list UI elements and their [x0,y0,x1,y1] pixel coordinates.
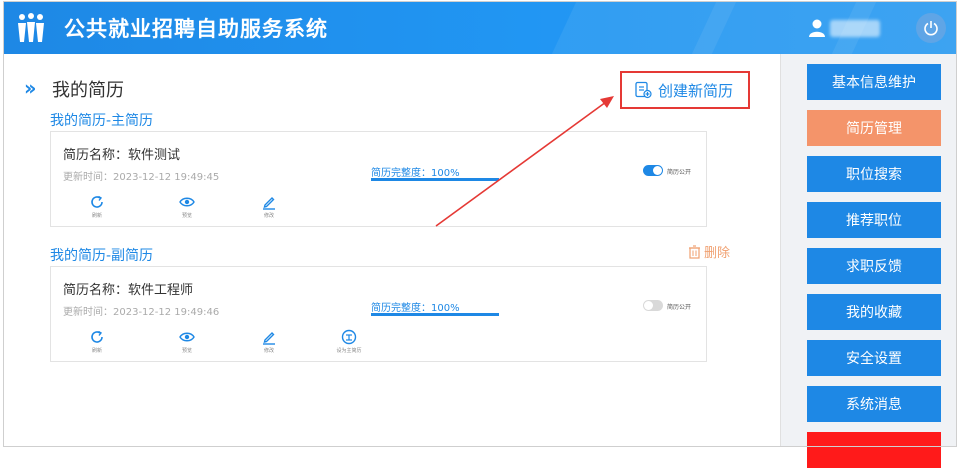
document-add-icon [635,81,652,99]
main-resume-card: 简历名称：软件测试 更新时间：2023-12-12 19:49:45 简历完整度… [50,131,707,227]
resume-name: 简历名称：软件测试 [63,148,181,163]
completion-progress-bar [371,178,499,181]
sidebar-item-recommended-jobs[interactable]: 推荐职位 [807,202,941,238]
preview-label: 预览 [181,348,192,354]
sidebar-item-more[interactable] [807,432,941,468]
edit-action[interactable]: 修改 [249,329,289,354]
refresh-label: 刷新 [91,213,102,219]
sidebar-item-basic-info[interactable]: 基本信息维护 [807,64,941,100]
header-bar: 公共就业招聘自助服务系统 [4,2,956,54]
secondary-resume-group-title: 我的简历-副简历 [50,248,154,264]
set-main-action[interactable]: 设为主简历 [329,329,369,354]
completion-progress-fill [371,313,499,316]
public-toggle[interactable] [643,300,663,311]
refresh-icon [91,330,103,343]
edit-action[interactable]: 修改 [249,194,289,219]
main-content: ›› 我的简历 创建新简历 我的简历-主简历 简历名称：软件测试 更新时间：20… [4,54,780,446]
preview-action[interactable]: 预览 [167,329,207,354]
refresh-label: 刷新 [91,348,102,354]
user-icon[interactable] [808,18,826,38]
refresh-action[interactable]: 刷新 [77,329,117,354]
sidebar-item-feedback[interactable]: 求职反馈 [807,248,941,284]
delete-resume-button[interactable]: 删除 [688,242,730,261]
page-title: 我的简历 [52,80,124,101]
logo-icon [18,13,44,42]
public-toggle-label: 简历公开 [667,304,692,311]
refresh-icon [91,195,103,208]
sidebar-item-favorites[interactable]: 我的收藏 [807,294,941,330]
preview-label: 预览 [181,213,192,219]
sidebar-item-job-search[interactable]: 职位搜索 [807,156,941,192]
edit-icon [263,332,275,345]
trash-icon [689,244,700,259]
app-window: 公共就业招聘自助服务系统 ›› 我的简历 创建新简历 我的简历-主简历 简历名称… [0,0,962,468]
preview-action[interactable]: 预览 [167,194,207,219]
main-resume-group-title: 我的简历-主简历 [50,113,154,129]
completion-label: 简历完整度：100% [371,303,460,314]
public-toggle-label: 简历公开 [667,169,692,176]
sidebar: 基本信息维护 简历管理职位搜索推荐职位求职反馈我的收藏安全设置系统消息 [780,54,956,468]
eye-icon [179,197,195,207]
toggle-knob [644,301,653,310]
secondary-resume-card: 简历名称：软件工程师 更新时间：2023-12-12 19:49:46 简历完整… [50,266,707,362]
logout-button[interactable] [916,13,946,43]
resume-updated-time: 更新时间：2023-12-12 19:49:46 [63,307,220,318]
app-title: 公共就业招聘自助服务系统 [64,17,328,41]
create-resume-button[interactable]: 创建新简历 [620,71,750,109]
toggle-knob [653,166,662,175]
completion-progress-bar [371,313,499,316]
edit-label: 修改 [263,348,274,354]
refresh-action[interactable]: 刷新 [77,194,117,219]
sidebar-item-messages[interactable]: 系统消息 [807,386,941,422]
public-toggle[interactable] [643,165,663,176]
edit-icon [263,197,275,210]
set-main-label: 设为主简历 [336,348,362,354]
completion-progress-fill [371,178,499,181]
eye-icon [179,332,195,342]
resume-updated-time: 更新时间：2023-12-12 19:49:45 [63,172,220,183]
completion-label: 简历完整度：100% [371,168,460,179]
double-chevron-icon: ›› [24,76,37,100]
sidebar-item-security[interactable]: 安全设置 [807,340,941,376]
username-redacted[interactable] [830,20,880,37]
edit-label: 修改 [263,213,274,219]
sidebar-item-resume-management[interactable]: 简历管理 [807,110,941,146]
create-resume-label: 创建新简历 [658,81,734,100]
set-main-icon [341,329,357,345]
delete-label: 删除 [704,246,731,261]
power-icon [924,21,938,36]
resume-name: 简历名称：软件工程师 [63,283,194,298]
